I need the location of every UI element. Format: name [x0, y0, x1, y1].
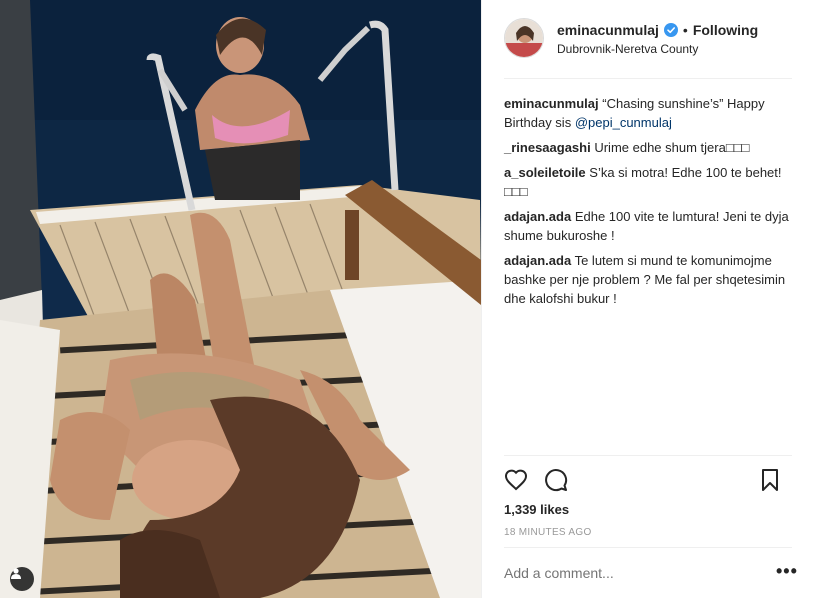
user-tag-icon[interactable]: [10, 567, 34, 591]
add-comment-input[interactable]: [504, 565, 764, 581]
comment-item: adajan.ada Te lutem si mund te komunimoj…: [504, 251, 794, 308]
avatar[interactable]: [504, 18, 544, 58]
header-divider: [504, 78, 792, 79]
comment-author[interactable]: adajan.ada: [504, 209, 571, 224]
location-link[interactable]: Dubrovnik-Neretva County: [557, 42, 698, 56]
comment-item: a_soleiletoile S’ka si motra! Edhe 100 t…: [504, 163, 794, 201]
username-link[interactable]: eminacunmulaj: [557, 22, 659, 38]
photo-illustration: [0, 0, 481, 598]
comment-text: Urime edhe shum tjera□□□: [594, 140, 750, 155]
likes-count[interactable]: 1,339 likes: [504, 502, 569, 517]
comment-item: adajan.ada Edhe 100 vite te lumtura! Jen…: [504, 207, 794, 245]
caption: eminacunmulaj “Chasing sunshine’s” Happy…: [504, 94, 794, 132]
following-button[interactable]: Following: [693, 22, 758, 38]
verified-badge-icon: [663, 23, 678, 37]
post-photo[interactable]: [0, 0, 481, 598]
comments-list: eminacunmulaj “Chasing sunshine’s” Happy…: [504, 94, 794, 314]
instagram-post-view: eminacunmulaj • Following Dubrovnik-Nere…: [0, 0, 813, 598]
caption-author[interactable]: eminacunmulaj: [504, 96, 599, 111]
comment-author[interactable]: a_soleiletoile: [504, 165, 586, 180]
username-row: eminacunmulaj • Following: [557, 22, 758, 38]
comment-author[interactable]: _rinesaagashi: [504, 140, 591, 155]
post-header: eminacunmulaj • Following Dubrovnik-Nere…: [482, 0, 813, 78]
separator-dot: •: [682, 22, 688, 38]
action-bar: [504, 468, 794, 494]
comment-author[interactable]: adajan.ada: [504, 253, 571, 268]
bookmark-icon[interactable]: [758, 468, 782, 492]
post-side-panel: eminacunmulaj • Following Dubrovnik-Nere…: [481, 0, 813, 598]
comment-item: _rinesaagashi Urime edhe shum tjera□□□: [504, 138, 794, 157]
add-comment-divider: [504, 547, 792, 548]
caption-mention[interactable]: @pepi_cunmulaj: [575, 115, 672, 130]
comment-icon[interactable]: [544, 468, 568, 492]
post-timestamp[interactable]: 18 MINUTES AGO: [504, 527, 592, 538]
actions-divider: [504, 455, 792, 456]
heart-icon[interactable]: [504, 468, 528, 492]
more-options-icon[interactable]: •••: [776, 562, 797, 580]
